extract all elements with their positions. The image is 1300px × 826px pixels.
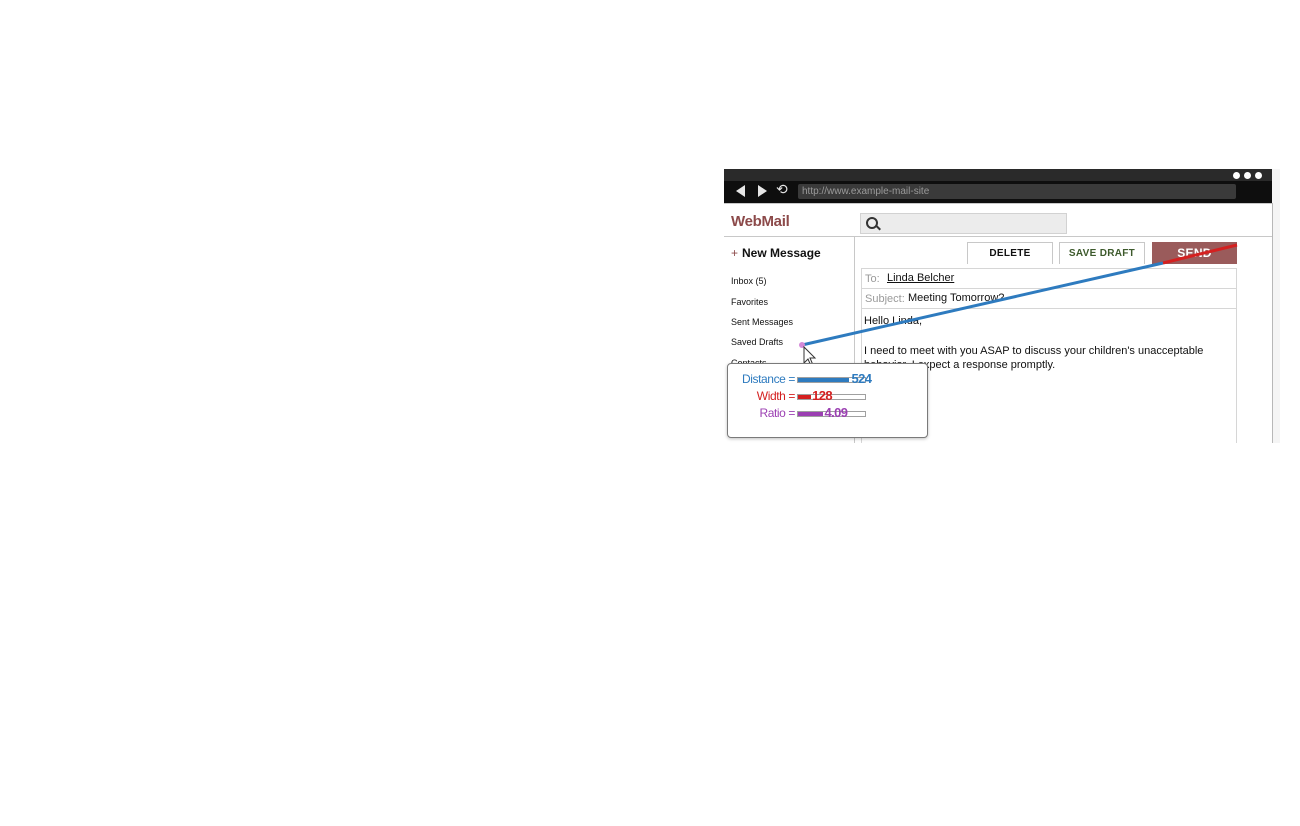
distance-value: 524 — [851, 371, 872, 386]
width-line — [1162, 243, 1238, 265]
distance-bar-fill — [798, 378, 849, 382]
width-bar-fill — [798, 395, 811, 399]
width-row: Width = 128 — [728, 388, 927, 405]
distance-label: Distance = — [741, 372, 795, 386]
ratio-row: Ratio = 4.09 — [728, 405, 927, 422]
ratio-bar-fill — [798, 412, 823, 416]
ratio-value: 4.09 — [824, 405, 849, 420]
ratio-label: Ratio = — [759, 406, 795, 420]
width-label: Width = — [756, 389, 796, 403]
fitts-tooltip: Distance = 524 Width = 128 Ratio = 4.09 — [727, 363, 928, 438]
distance-line — [801, 261, 1164, 347]
distance-row: Distance = 524 — [728, 371, 927, 388]
screenshot-frame: ⟲ http://www.example-mail-site WebMail +… — [724, 169, 1280, 443]
width-value: 128 — [812, 388, 832, 403]
